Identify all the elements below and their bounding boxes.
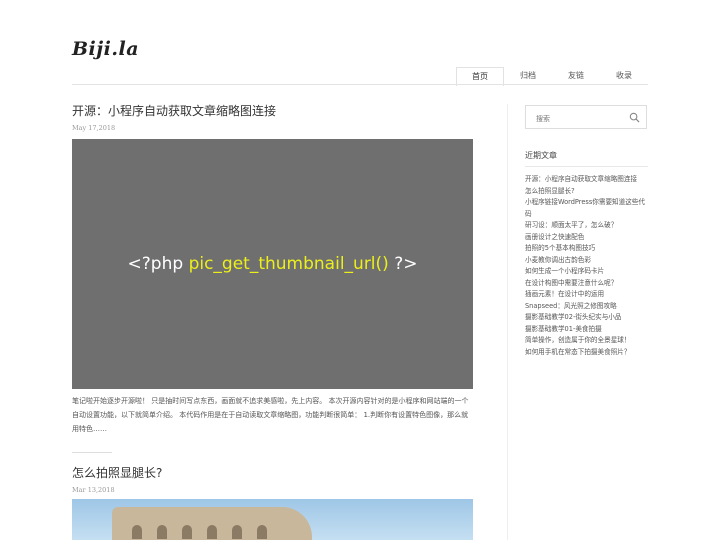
code-suffix: ?>	[388, 254, 418, 274]
colosseum-shape	[112, 507, 312, 540]
code-function: pic_get_thumbnail_url()	[188, 254, 389, 274]
recent-post-link[interactable]: 小程序链接WordPress你需要知道这些代码	[525, 197, 650, 220]
recent-post-link[interactable]: 画册设计之快速配色	[525, 232, 650, 244]
search-box	[525, 105, 647, 130]
post-title[interactable]: 怎么拍照显腿长?	[72, 466, 473, 480]
recent-post-link[interactable]: 摄影基础教学01-美食拍摄	[525, 324, 650, 336]
nav-item-collection[interactable]: 收录	[600, 66, 648, 85]
site-logo[interactable]: Biji.la	[72, 38, 139, 60]
recent-post-link[interactable]: 简单操作，创造属于你的全景星球！	[525, 335, 650, 347]
post-excerpt: 笔记啦开始逐步开源啦！ 只是抽时间写点东西，画面就不追求美感啦，先上内容。 本次…	[72, 397, 469, 433]
recent-post-link[interactable]: 插画元素！在设计中的运用	[525, 289, 650, 301]
nav-item-archive[interactable]: 归档	[504, 66, 552, 85]
recent-post-link[interactable]: 如何生成一个小程序码卡片	[525, 266, 650, 278]
sidebar-divider	[507, 104, 508, 540]
post-thumbnail[interactable]: <?php pic_get_thumbnail_url() ?>	[72, 139, 473, 389]
arch	[182, 525, 192, 539]
recent-post-link[interactable]: Snapseed：风光照之修图攻略	[525, 301, 650, 313]
recent-posts-heading: 近期文章	[525, 151, 557, 160]
post-card: 怎么拍照显腿长? Mar 13,2018	[72, 466, 473, 494]
recent-post-link[interactable]: 研习设：顺面太平了，怎么破？	[525, 220, 650, 232]
post-separator	[72, 452, 112, 453]
post-title[interactable]: 开源：小程序自动获取文章缩略图连接	[72, 104, 473, 118]
recent-post-link[interactable]: 如何用手机在常态下拍摄美食照片？	[525, 347, 650, 359]
search-input[interactable]	[534, 108, 633, 130]
nav-divider	[72, 84, 648, 85]
post-thumbnail-colosseum[interactable]	[72, 499, 473, 540]
arch	[207, 525, 217, 539]
arch	[232, 525, 242, 539]
sidebar-heading-divider	[525, 166, 648, 167]
search-icon[interactable]	[629, 112, 640, 123]
arch	[157, 525, 167, 539]
thumbnail-code-text: <?php pic_get_thumbnail_url() ?>	[128, 254, 418, 274]
recent-post-link[interactable]: 怎么拍照显腿长?	[525, 186, 650, 198]
arch	[257, 525, 267, 539]
code-prefix: <?php	[127, 254, 189, 274]
recent-post-link[interactable]: 开源：小程序自动获取文章缩略图连接	[525, 174, 650, 186]
main-nav: 首页 归档 友链 收录	[456, 66, 648, 86]
nav-item-links[interactable]: 友链	[552, 66, 600, 85]
post-card: 开源：小程序自动获取文章缩略图连接 May 17,2018 <?php pic_…	[72, 104, 473, 436]
recent-post-link[interactable]: 小麦教你调出古韵色彩	[525, 255, 650, 267]
arch	[132, 525, 142, 539]
post-date: May 17,2018	[72, 124, 116, 132]
recent-post-link[interactable]: 在设计构图中需要注意什么呢？	[525, 278, 650, 290]
post-date: Mar 13,2018	[72, 486, 115, 494]
recent-post-link[interactable]: 拍照的5个基本构图技巧	[525, 243, 650, 255]
recent-posts-list: 开源：小程序自动获取文章缩略图连接 怎么拍照显腿长? 小程序链接WordPres…	[525, 174, 650, 358]
recent-post-link[interactable]: 摄影基础教学02-街头纪实与小品	[525, 312, 650, 324]
